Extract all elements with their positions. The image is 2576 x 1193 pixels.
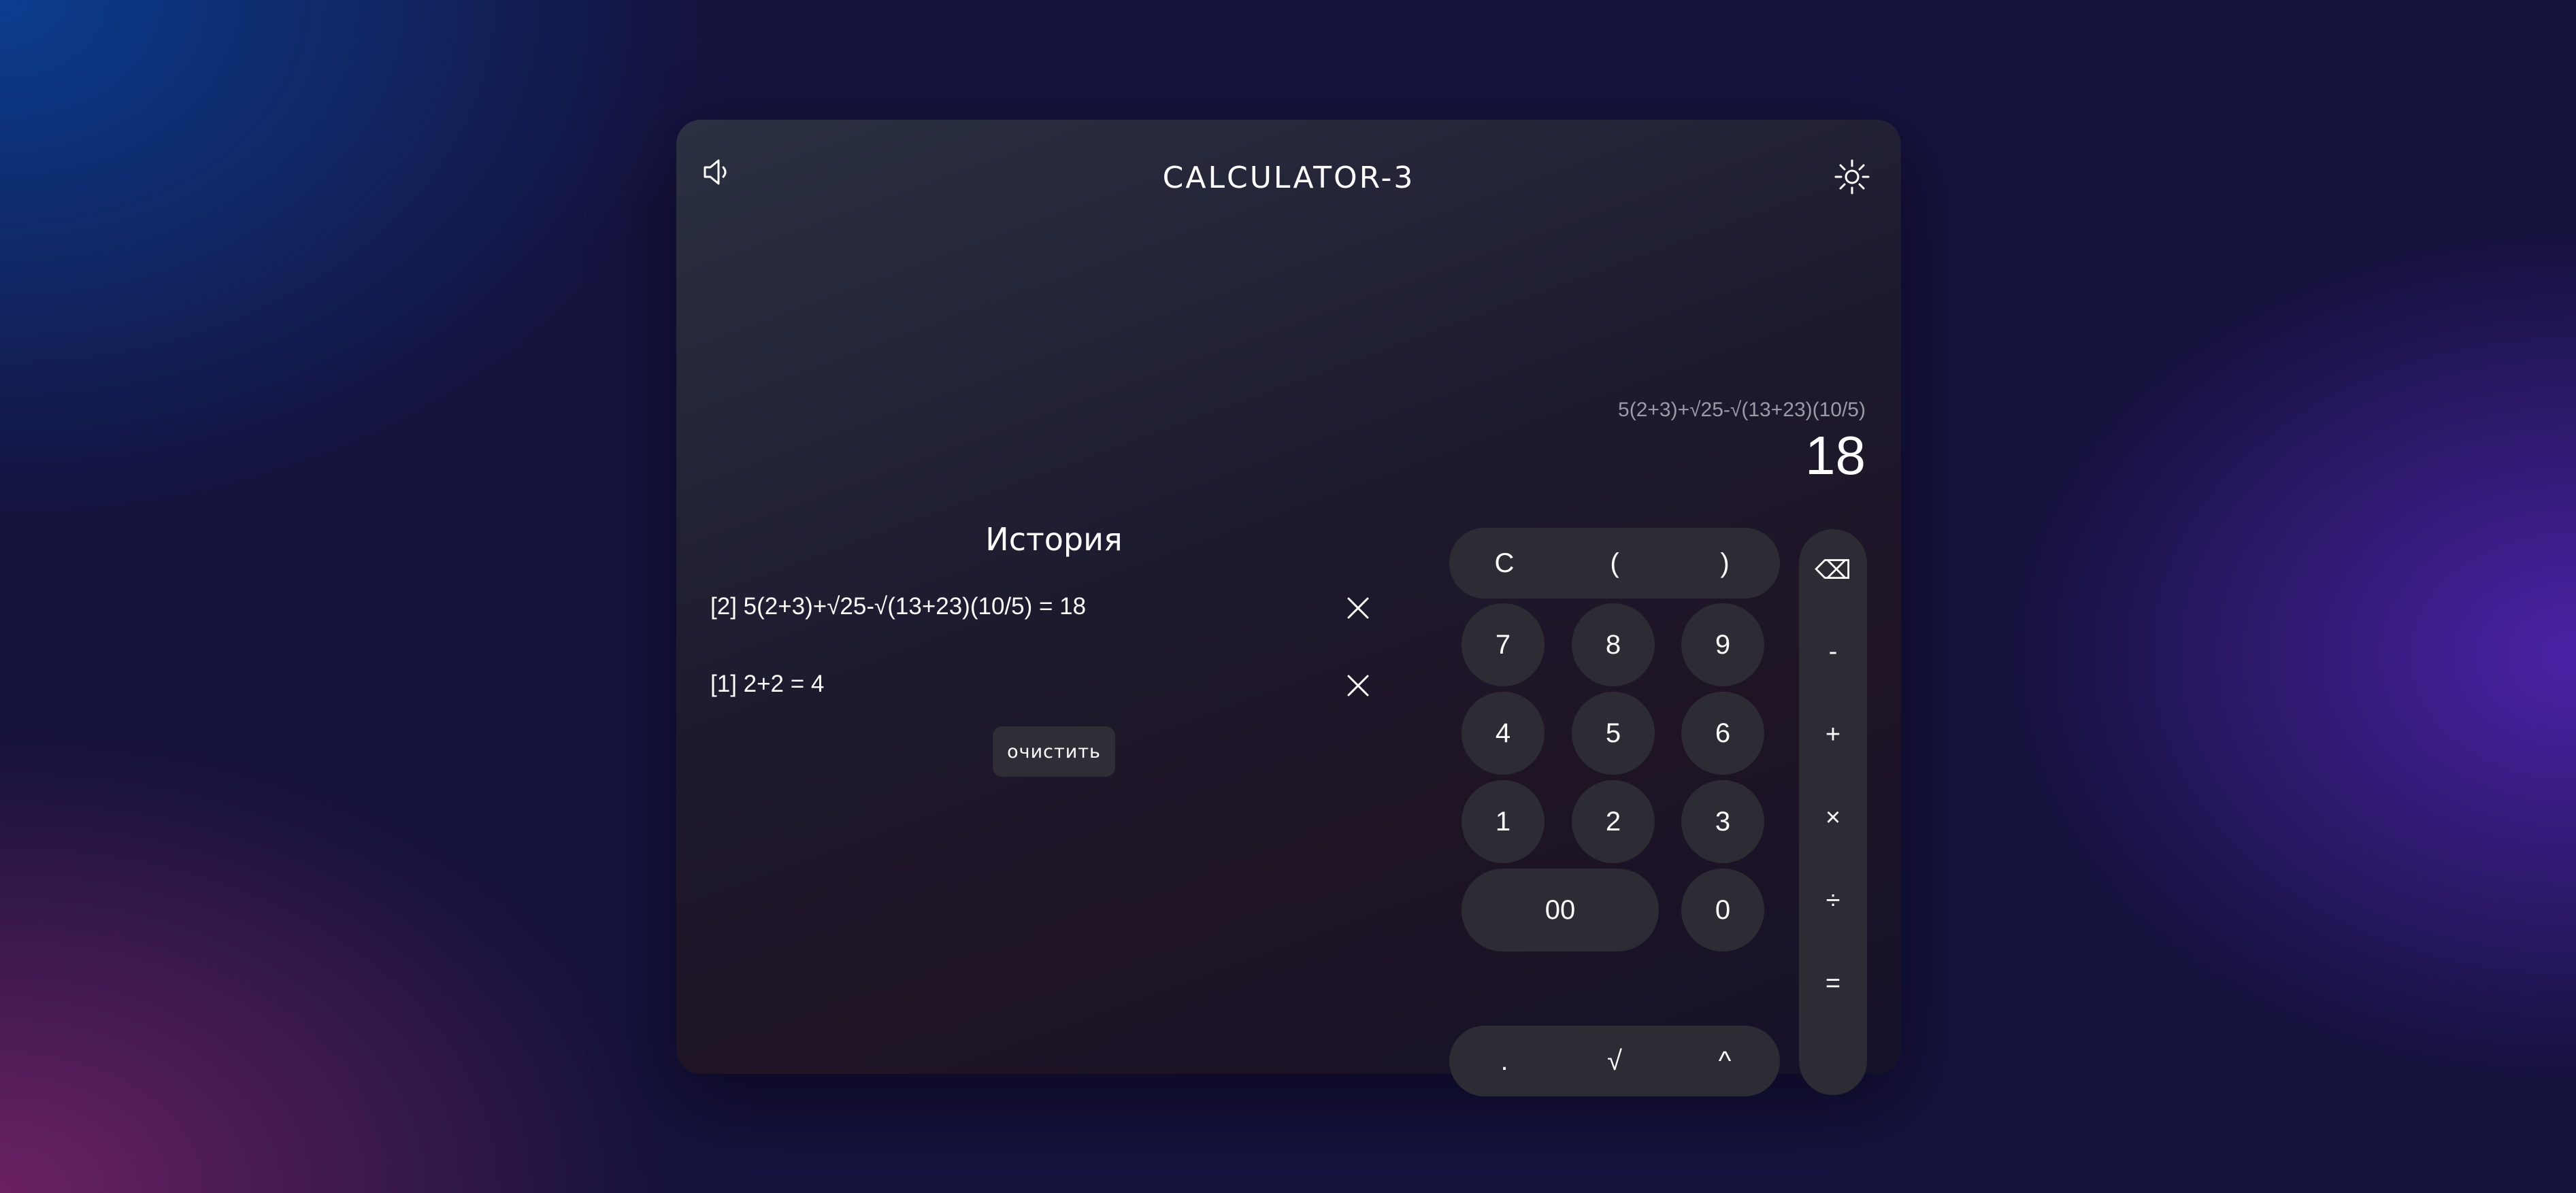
history-item-text[interactable]: [2] 5(2+3)+√25-√(13+23)(10/5) = 18 [710, 593, 1086, 620]
backspace-key[interactable]: ⌫ [1799, 529, 1867, 611]
open-paren-key[interactable]: ( [1567, 548, 1662, 579]
history-item[interactable]: [2] 5(2+3)+√25-√(13+23)(10/5) = 18 [710, 584, 1398, 661]
key-1[interactable]: 1 [1462, 780, 1545, 863]
power-key[interactable]: ^ [1677, 1046, 1772, 1077]
key-6[interactable]: 6 [1681, 692, 1764, 775]
close-icon [1347, 597, 1369, 619]
key-5[interactable]: 5 [1572, 692, 1655, 775]
decimal-key[interactable]: . [1457, 1046, 1552, 1077]
key-9[interactable]: 9 [1681, 603, 1764, 686]
operator-column: ⌫ - + × ÷ = [1799, 529, 1867, 1095]
header: CALCULATOR-3 [676, 120, 1901, 235]
app-title: CALCULATOR-3 [1162, 161, 1415, 195]
equals-key[interactable]: = [1799, 943, 1867, 1024]
sqrt-key[interactable]: √ [1567, 1046, 1662, 1077]
multiply-key[interactable]: × [1799, 777, 1867, 858]
calculator-window: CALCULATOR-3 5(2+3)+√25-√(13+23)(10/5) 1… [676, 120, 1901, 1096]
display: 5(2+3)+√25-√(13+23)(10/5) 18 [1618, 399, 1866, 487]
history-item-text[interactable]: [1] 2+2 = 4 [710, 671, 824, 698]
function-row-top: C ( ) [1449, 528, 1780, 599]
divide-key[interactable]: ÷ [1799, 860, 1867, 941]
key-4[interactable]: 4 [1462, 692, 1545, 775]
theme-toggle-button[interactable] [1833, 158, 1871, 196]
delete-history-item-button[interactable] [1339, 667, 1377, 705]
delete-history-item-button[interactable] [1339, 589, 1377, 627]
key-00[interactable]: 00 [1462, 869, 1659, 952]
close-paren-key[interactable]: ) [1677, 548, 1772, 579]
key-2[interactable]: 2 [1572, 780, 1655, 863]
history-panel: История [2] 5(2+3)+√25-√(13+23)(10/5) = … [710, 521, 1398, 789]
result-display: 18 [1805, 425, 1866, 486]
key-7[interactable]: 7 [1462, 603, 1545, 686]
plus-key[interactable]: + [1799, 694, 1867, 775]
key-8[interactable]: 8 [1572, 603, 1655, 686]
function-row-bottom: . √ ^ [1449, 1026, 1780, 1096]
close-icon [1347, 675, 1369, 696]
clear-history-button[interactable]: очистить [993, 726, 1115, 777]
clear-key[interactable]: C [1457, 548, 1552, 579]
minus-key[interactable]: - [1799, 611, 1867, 692]
expression-display: 5(2+3)+√25-√(13+23)(10/5) [1618, 399, 1866, 421]
key-3[interactable]: 3 [1681, 780, 1764, 863]
sun-icon [1834, 159, 1870, 195]
key-0[interactable]: 0 [1681, 869, 1764, 952]
history-title: История [985, 521, 1123, 558]
